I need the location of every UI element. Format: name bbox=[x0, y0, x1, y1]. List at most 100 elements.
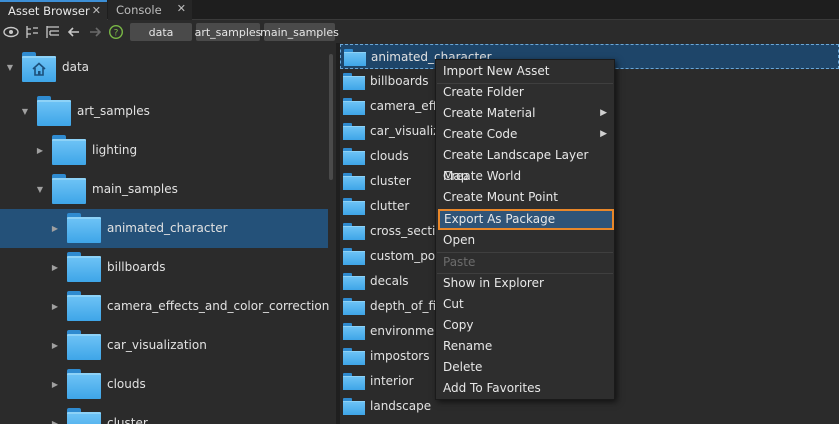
home-folder-icon bbox=[22, 52, 56, 82]
tree-item-cluster[interactable]: ▶ cluster bbox=[0, 404, 328, 424]
tree-collapse-icon[interactable] bbox=[24, 24, 40, 40]
tree-item-label: billboards bbox=[107, 260, 166, 274]
collapsed-arrow-icon[interactable]: ▶ bbox=[50, 263, 60, 273]
tree-item-car-visualization[interactable]: ▶ car_visualization bbox=[0, 326, 328, 365]
menu-item-import-new-asset[interactable]: Import New Asset bbox=[437, 61, 613, 82]
menu-item-add-to-favorites[interactable]: Add To Favorites bbox=[437, 378, 613, 399]
tree-item-label: clouds bbox=[107, 377, 146, 391]
menu-item-label: Create Code bbox=[443, 127, 518, 141]
tab-label: Asset Browser bbox=[8, 4, 90, 18]
tab-label: Console bbox=[116, 3, 162, 17]
tree-item-label: lighting bbox=[92, 143, 138, 157]
folder-icon bbox=[343, 398, 365, 415]
expanded-arrow-icon[interactable]: ▼ bbox=[5, 63, 15, 73]
tree-item-clouds[interactable]: ▶ clouds bbox=[0, 365, 328, 404]
folder-icon bbox=[343, 123, 365, 140]
expanded-arrow-icon[interactable]: ▼ bbox=[35, 185, 45, 195]
tree-item-art-samples[interactable]: ▼ art_samples bbox=[0, 92, 328, 131]
tab-bar: Asset Browser ✕ Console ✕ bbox=[0, 0, 839, 20]
list-item-label: impostors bbox=[370, 349, 430, 363]
tree-item-label: data bbox=[62, 60, 90, 74]
collapsed-arrow-icon[interactable]: ▶ bbox=[50, 419, 60, 424]
list-item-label: clouds bbox=[370, 149, 409, 163]
menu-item-label: Create Material bbox=[443, 106, 536, 120]
folder-icon bbox=[52, 174, 86, 204]
eye-icon[interactable] bbox=[3, 24, 19, 40]
menu-item-create-landscape-layer-map[interactable]: Create Landscape Layer Map bbox=[437, 145, 613, 183]
tab-asset-browser[interactable]: Asset Browser ✕ bbox=[0, 0, 107, 20]
tree-item-label: car_visualization bbox=[107, 338, 207, 352]
folder-icon bbox=[343, 148, 365, 165]
tab-console[interactable]: Console ✕ bbox=[108, 0, 192, 20]
arrow-left-icon[interactable] bbox=[66, 24, 82, 40]
menu-item-create-code[interactable]: Create Code ▶ bbox=[437, 124, 613, 145]
list-item-label: depth_of_fie bbox=[370, 299, 444, 313]
collapsed-arrow-icon[interactable]: ▶ bbox=[35, 146, 45, 156]
tree-item-camera-effects[interactable]: ▶ camera_effects_and_color_correction bbox=[0, 287, 329, 326]
submenu-arrow-icon: ▶ bbox=[600, 129, 607, 139]
submenu-arrow-icon: ▶ bbox=[600, 108, 607, 118]
menu-item-create-folder[interactable]: Create Folder bbox=[437, 82, 613, 103]
folder-icon bbox=[67, 252, 101, 282]
menu-item-delete[interactable]: Delete bbox=[437, 357, 613, 378]
breadcrumb-data[interactable]: data bbox=[130, 23, 192, 41]
folder-icon bbox=[343, 248, 365, 265]
menu-item-show-in-explorer[interactable]: Show in Explorer bbox=[437, 273, 613, 294]
menu-item-create-world[interactable]: Create World bbox=[437, 166, 613, 187]
menu-item-create-material[interactable]: Create Material ▶ bbox=[437, 103, 613, 124]
tree-item-billboards[interactable]: ▶ billboards bbox=[0, 248, 328, 287]
folder-icon bbox=[343, 73, 365, 90]
menu-item-rename[interactable]: Rename bbox=[437, 336, 613, 357]
tree-item-label: main_samples bbox=[92, 182, 178, 196]
expanded-arrow-icon[interactable]: ▼ bbox=[20, 107, 30, 117]
folder-icon bbox=[52, 135, 86, 165]
menu-item-paste[interactable]: Paste bbox=[437, 252, 613, 273]
tree-item-animated-character[interactable]: ▶ animated_character bbox=[0, 209, 328, 248]
list-item-label: interior bbox=[370, 374, 414, 388]
folder-icon bbox=[343, 98, 365, 115]
help-icon[interactable]: ? bbox=[108, 24, 124, 40]
menu-item-export-as-package[interactable]: Export As Package bbox=[438, 209, 614, 230]
folder-icon bbox=[67, 330, 101, 360]
folder-icon bbox=[343, 273, 365, 290]
menu-item-cut[interactable]: Cut bbox=[437, 294, 613, 315]
close-icon[interactable]: ✕ bbox=[92, 4, 101, 17]
list-item-label: billboards bbox=[370, 74, 429, 88]
tree-item-label: animated_character bbox=[107, 221, 228, 235]
tree-item-main-samples[interactable]: ▼ main_samples bbox=[0, 170, 328, 209]
list-item-label: clutter bbox=[370, 199, 410, 213]
tree-item-lighting[interactable]: ▶ lighting bbox=[0, 131, 328, 170]
list-item-label: decals bbox=[370, 274, 409, 288]
collapsed-arrow-icon[interactable]: ▶ bbox=[50, 380, 60, 390]
folder-icon bbox=[343, 323, 365, 340]
folder-tree-panel: ▼ data ▼ art_samples ▶ lighting ▼ main_s… bbox=[0, 43, 336, 424]
folder-icon bbox=[344, 49, 366, 66]
folder-icon bbox=[67, 408, 101, 424]
folder-icon bbox=[67, 369, 101, 399]
folder-icon bbox=[343, 298, 365, 315]
collapsed-arrow-icon[interactable]: ▶ bbox=[50, 302, 60, 312]
folder-icon bbox=[67, 213, 101, 243]
context-menu: Import New Asset Create Folder Create Ma… bbox=[435, 59, 615, 400]
menu-item-open[interactable]: Open bbox=[437, 230, 613, 251]
collapsed-arrow-icon[interactable]: ▶ bbox=[50, 341, 60, 351]
close-icon[interactable]: ✕ bbox=[177, 2, 186, 15]
menu-item-create-mount-point[interactable]: Create Mount Point bbox=[437, 187, 613, 208]
breadcrumb-art-samples[interactable]: art_samples bbox=[195, 23, 261, 41]
tree-item-label: art_samples bbox=[77, 104, 150, 118]
folder-icon bbox=[343, 348, 365, 365]
arrow-right-icon[interactable] bbox=[87, 24, 103, 40]
folder-icon bbox=[343, 373, 365, 390]
tree-item-data[interactable]: ▼ data bbox=[0, 48, 328, 87]
folder-icon bbox=[37, 96, 71, 126]
svg-text:?: ? bbox=[114, 29, 119, 39]
tree-expand-icon[interactable] bbox=[45, 24, 61, 40]
menu-item-copy[interactable]: Copy bbox=[437, 315, 613, 336]
collapsed-arrow-icon[interactable]: ▶ bbox=[50, 224, 60, 234]
folder-icon bbox=[67, 291, 101, 321]
breadcrumb-main-samples[interactable]: main_samples bbox=[260, 23, 339, 41]
folder-icon bbox=[343, 198, 365, 215]
folder-icon bbox=[343, 223, 365, 240]
tree-scrollbar[interactable] bbox=[329, 54, 333, 180]
list-item-label: cluster bbox=[370, 174, 411, 188]
